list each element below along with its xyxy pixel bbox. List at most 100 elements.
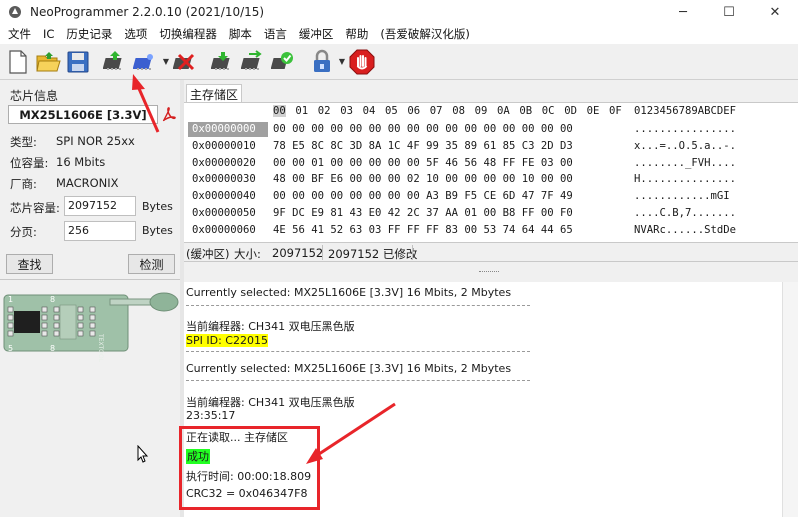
- menu-language[interactable]: 语言: [258, 26, 293, 42]
- menu-switch-programmer[interactable]: 切换编程器: [153, 26, 223, 42]
- tab-main-memory[interactable]: 主存储区: [186, 84, 242, 103]
- chip-info-label: 芯片信息: [10, 89, 59, 103]
- hex-address: 0x00000010: [192, 139, 256, 152]
- horizontal-splitter[interactable]: [184, 262, 798, 282]
- log-scrollbar[interactable]: [782, 282, 798, 517]
- hex-row[interactable]: 0x00000020 00 00 01 00 00 00 00 00 5F 46 …: [184, 155, 798, 171]
- mouse-cursor-icon: [137, 445, 149, 463]
- title-bar: NeoProgrammer 2.2.0.10 (2021/10/15) ─ ☐ …: [0, 0, 798, 24]
- menu-bar: 文件 IC 历史记录 选项 切换编程器 脚本 语言 缓冲区 帮助 (吾爱破解汉化…: [0, 24, 798, 44]
- hex-ascii[interactable]: ........_FVH....: [634, 156, 736, 171]
- socket-pin-1: 1: [8, 295, 14, 304]
- hex-bytes[interactable]: 4E 56 41 52 63 03 FF FF FF 83 00 53 74 6…: [273, 223, 573, 238]
- log-line: 正在读取... 主存储区: [186, 431, 288, 444]
- toolbar: ▼ ▼: [0, 44, 798, 80]
- close-button[interactable]: ✕: [752, 0, 798, 24]
- left-divider: [0, 279, 180, 280]
- chip-select-icon: [133, 53, 153, 70]
- hex-row[interactable]: 0x00000010 78 E5 8C 8C 3D 8A 1C 4F 99 35 …: [184, 138, 798, 154]
- save-icon: [67, 51, 89, 72]
- hex-ascii[interactable]: ....C.B,7.......: [634, 206, 736, 221]
- type-label: 类型:: [10, 135, 37, 149]
- menu-script[interactable]: 脚本: [223, 26, 258, 42]
- chip-select-button[interactable]: [131, 46, 161, 78]
- read-chip-button[interactable]: [101, 46, 131, 78]
- hex-column-header: 08: [452, 105, 465, 117]
- hex-editor[interactable]: 00 01 02 03 04 05 06 07 08 09 0A 0B 0C 0D 0E 0F 01234567…: [184, 102, 798, 242]
- chip-size-unit: Bytes: [142, 200, 173, 213]
- hex-row[interactable]: 0x00000050 9F DC E9 81 43 E0 42 2C 37 AA …: [184, 205, 798, 221]
- open-file-button[interactable]: [33, 46, 63, 78]
- menu-options[interactable]: 选项: [118, 26, 153, 42]
- buffer-region-label: (缓冲区): [186, 247, 230, 261]
- erase-chip-button[interactable]: [171, 46, 201, 78]
- hex-column-header: 0F: [609, 105, 622, 117]
- hex-bytes[interactable]: 78 E5 8C 8C 3D 8A 1C 4F 99 35 89 61 85 C…: [273, 139, 573, 154]
- write-chip-button[interactable]: [209, 46, 239, 78]
- save-file-button[interactable]: [63, 46, 93, 78]
- log-line: 当前编程器: CH341 双电压黑色版: [186, 396, 355, 409]
- ascii-column-header: 0123456789ABCDEF: [634, 105, 737, 117]
- maximize-button[interactable]: ☐: [706, 0, 752, 24]
- hex-ascii[interactable]: H...............: [634, 172, 736, 187]
- verify-chip-button[interactable]: [239, 46, 269, 78]
- hex-row[interactable]: 0x00000040 00 00 00 00 00 00 00 00 A3 B9 …: [184, 188, 798, 204]
- menu-file[interactable]: 文件: [2, 26, 37, 42]
- erase-chip-icon: [173, 53, 195, 70]
- socket-pin-5: 5: [8, 344, 14, 353]
- size-value: 2097152: [272, 246, 324, 260]
- hex-ascii[interactable]: ................: [634, 122, 736, 137]
- hex-ascii[interactable]: ............mGI: [634, 189, 730, 204]
- menu-history[interactable]: 历史记录: [60, 26, 118, 42]
- socket-pin-8-top: 8: [50, 295, 56, 304]
- read-chip-icon: [103, 50, 122, 70]
- menu-ic[interactable]: IC: [37, 27, 60, 41]
- log-line: 成功: [186, 449, 210, 464]
- menu-help[interactable]: 帮助: [339, 26, 374, 42]
- hex-bytes[interactable]: 9F DC E9 81 43 E0 42 2C 37 AA 01 00 B8 F…: [273, 206, 573, 221]
- hex-column-header: 0A: [497, 105, 510, 117]
- vendor-label: 厂商:: [10, 177, 37, 191]
- hex-address: 0x00000030: [192, 173, 256, 186]
- verify-chip-icon: [241, 49, 262, 70]
- chip-size-field[interactable]: 2097152: [64, 196, 136, 216]
- vendor-value: MACRONIX: [56, 176, 119, 190]
- socket-brand-label: TEXTOOL: [97, 334, 104, 362]
- hex-bytes[interactable]: 48 00 BF E6 00 00 00 02 10 00 00 00 00 1…: [273, 172, 573, 187]
- hex-column-header: 02: [317, 105, 331, 117]
- hex-bytes[interactable]: 00 00 00 00 00 00 00 00 00 00 00 00 00 0…: [273, 122, 573, 137]
- log-line: 23:35:17: [186, 409, 236, 422]
- stop-button[interactable]: [347, 46, 377, 78]
- menu-buffer[interactable]: 缓冲区: [293, 26, 340, 42]
- buffer-status-bar: (缓冲区) 大小: 2097152 2097152 已修改: [184, 242, 798, 262]
- type-value: SPI NOR 25xx: [56, 134, 135, 148]
- auto-program-button[interactable]: [269, 46, 299, 78]
- hex-column-header: 0B: [519, 105, 533, 117]
- protect-dropdown[interactable]: ▼: [337, 46, 347, 78]
- minimize-button[interactable]: ─: [660, 0, 706, 24]
- size-label: 大小:: [234, 247, 261, 261]
- hex-bytes[interactable]: 00 00 00 00 00 00 00 00 A3 B9 F5 CE 6D 4…: [273, 189, 573, 204]
- hex-ascii[interactable]: x...=..O.5.a..-.: [634, 139, 736, 154]
- log-separator: [186, 305, 530, 306]
- log-separator: [186, 351, 530, 352]
- hex-bytes[interactable]: 00 00 01 00 00 00 00 00 5F 46 56 48 FF F…: [273, 156, 573, 171]
- app-icon: [9, 6, 21, 18]
- page-size-field[interactable]: 256: [64, 221, 136, 241]
- pdf-icon[interactable]: [161, 106, 177, 123]
- chip-select-dropdown[interactable]: ▼: [161, 46, 171, 78]
- protect-button[interactable]: [307, 46, 337, 78]
- hex-row[interactable]: 0x00000000 00 00 00 00 00 00 00 00 00 00 …: [184, 121, 798, 137]
- find-button[interactable]: 查找: [6, 254, 53, 274]
- zif-socket-image: [3, 292, 179, 352]
- new-file-button[interactable]: [3, 46, 33, 78]
- new-file-icon: [9, 49, 27, 74]
- hex-ascii[interactable]: NVARc......StdDe: [634, 223, 736, 238]
- hex-column-header: 0E: [586, 105, 600, 117]
- hex-row[interactable]: 0x00000030 48 00 BF E6 00 00 00 02 10 00 …: [184, 171, 798, 187]
- page-size-label: 分页:: [10, 225, 37, 239]
- detect-button[interactable]: 检测: [128, 254, 175, 274]
- log-line: Currently selected: MX25L1606E [3.3V] 16…: [186, 286, 512, 299]
- log-line: CRC32 = 0x046347F8: [186, 487, 308, 500]
- hex-row[interactable]: 0x00000060 4E 56 41 52 63 03 FF FF FF 83 …: [184, 222, 798, 238]
